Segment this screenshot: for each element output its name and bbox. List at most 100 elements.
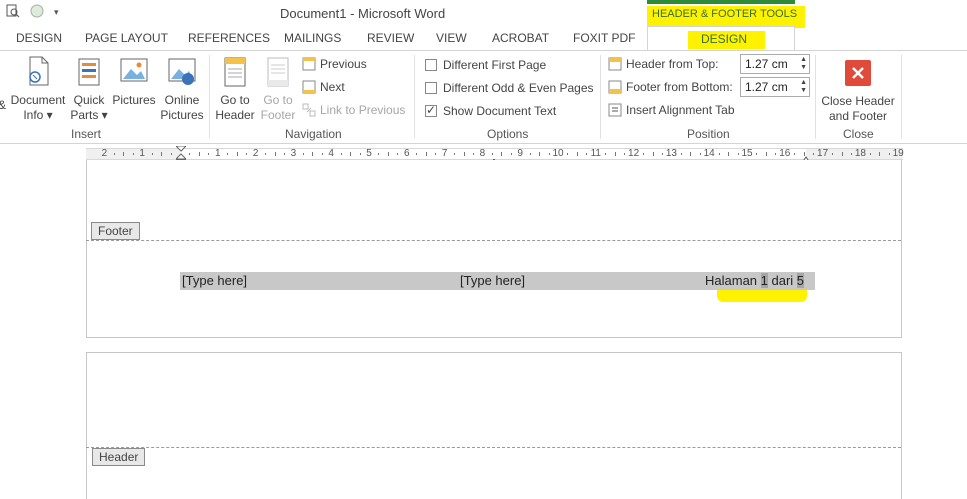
tab-design-main[interactable]: DESIGN: [16, 31, 62, 45]
next-button[interactable]: Next: [302, 80, 345, 94]
ruler-tick: [236, 152, 238, 156]
header-from-top-value: 1.27 cm: [745, 57, 788, 71]
tab-view[interactable]: VIEW: [436, 31, 467, 45]
spin-down-icon[interactable]: ▼: [800, 64, 807, 72]
ruler-label: 1: [139, 148, 145, 159]
online-pictures-button[interactable]: Online Pictures: [160, 55, 204, 123]
ruler-tick: [879, 152, 881, 156]
ruler-tick: [302, 153, 304, 155]
ruler-tick: [813, 153, 815, 155]
title-bar: ▾ Document1 - Microsoft Word HEADER & FO…: [0, 0, 967, 28]
ruler-label: 13: [665, 148, 677, 159]
go-to-footer-label-1: Go to: [263, 93, 293, 107]
go-to-footer-label-2: Footer: [260, 108, 296, 122]
page-field[interactable]: 1: [760, 273, 768, 288]
go-to-header-icon: [219, 55, 251, 89]
checkbox-unchecked-icon: [425, 59, 437, 71]
ruler-tick: [652, 152, 654, 156]
tab-references[interactable]: REFERENCES: [188, 31, 270, 45]
ruler-tick: [888, 153, 890, 155]
print-preview-icon[interactable]: [6, 4, 20, 21]
ruler-tick: [123, 152, 125, 156]
tab-label: DESIGN: [701, 32, 748, 46]
spin-up-icon[interactable]: ▲: [800, 56, 807, 64]
document-info-button[interactable]: Document Info ▾: [10, 55, 66, 123]
checkbox-checked-icon: [425, 103, 437, 117]
ruler-tick: [274, 152, 276, 156]
position-group-label: Position: [687, 127, 730, 141]
ruler-tick: [586, 153, 588, 155]
document-info-icon: [22, 55, 54, 89]
context-group-label: HEADER & FOOTER TOOLS: [652, 8, 798, 20]
ruler-label: 18: [854, 148, 866, 159]
quick-parts-button[interactable]: Quick Parts ▾: [70, 55, 108, 123]
footer-page-prefix: Halaman: [705, 273, 761, 288]
previous-button[interactable]: Previous: [302, 57, 367, 71]
footer-center-placeholder[interactable]: [Type here]: [460, 273, 525, 288]
ruler-label: 16: [779, 148, 791, 159]
window-title: Document1 - Microsoft Word: [280, 6, 446, 21]
link-to-previous-button[interactable]: Link to Previous: [302, 103, 405, 117]
tab-mailings[interactable]: MAILINGS: [284, 31, 341, 45]
ruler-tick: [350, 152, 352, 156]
pictures-button[interactable]: Pictures: [111, 55, 157, 108]
spin-down-icon[interactable]: ▼: [800, 87, 807, 95]
date-time-button[interactable]: &: [0, 55, 8, 112]
page-1: [86, 160, 902, 338]
footer-from-bottom-input[interactable]: 1.27 cm ▲ ▼: [740, 77, 810, 97]
footer-content[interactable]: [Type here] [Type here] Halaman 1 dari 5: [180, 272, 815, 290]
insert-alignment-tab-button[interactable]: Insert Alignment Tab: [608, 103, 735, 117]
quick-parts-label-1: Quick: [73, 93, 105, 107]
close-icon: [845, 60, 871, 86]
insert-alignment-tab-label: Insert Alignment Tab: [626, 103, 735, 117]
previous-icon: [302, 57, 316, 71]
footer-position-icon: [608, 80, 622, 94]
ruler-tick: [246, 153, 248, 155]
tab-page-layout[interactable]: PAGE LAYOUT: [85, 31, 168, 45]
show-document-text-checkbox[interactable]: Show Document Text: [425, 103, 556, 118]
ruler-tick: [198, 152, 200, 156]
tab-foxit-pdf[interactable]: FOXIT PDF: [573, 31, 635, 45]
tab-acrobat[interactable]: ACROBAT: [492, 31, 549, 45]
ruler-tick: [435, 153, 437, 155]
num-pages-field[interactable]: 5: [796, 273, 805, 288]
go-to-footer-button[interactable]: Go to Footer: [258, 55, 298, 123]
ruler-label: 7: [441, 148, 448, 159]
alignment-tab-icon: [608, 103, 622, 117]
go-to-header-label-2: Header: [215, 108, 255, 122]
header-from-top-input[interactable]: 1.27 cm ▲ ▼: [740, 54, 810, 74]
header-from-top-label-wrap: Header from Top:: [608, 57, 719, 71]
close-group-label: Close: [843, 127, 874, 141]
tab-design-header-footer[interactable]: DESIGN: [647, 26, 795, 51]
customize-qat-icon[interactable]: ▾: [54, 7, 59, 18]
tab-review[interactable]: REVIEW: [367, 31, 414, 45]
spin-up-icon[interactable]: ▲: [800, 79, 807, 87]
page-2: [86, 352, 902, 499]
different-odd-even-checkbox[interactable]: Different Odd & Even Pages: [425, 81, 594, 95]
go-to-footer-icon: [262, 55, 294, 89]
group-separator: [815, 55, 816, 139]
ruler-tick: [387, 152, 389, 156]
ruler-label: 2: [252, 148, 259, 159]
ruler-tick: [680, 153, 682, 155]
ruler-tick: [624, 153, 626, 155]
ruler-label: 3: [290, 148, 297, 159]
circle-icon[interactable]: [30, 4, 44, 21]
ruler-tick: [472, 153, 474, 155]
link-icon: [302, 103, 316, 117]
next-icon: [302, 80, 316, 94]
go-to-header-button[interactable]: Go to Header: [214, 55, 256, 123]
footer-page-number[interactable]: Halaman 1 dari 5: [705, 273, 805, 288]
footer-of-text: dari: [767, 273, 797, 288]
ruler-tick: [189, 153, 191, 155]
footer-tag: Footer: [91, 222, 140, 240]
footer-left-placeholder[interactable]: [Type here]: [182, 273, 247, 288]
quick-parts-label-2: Parts ▾: [70, 108, 108, 122]
different-first-page-checkbox[interactable]: Different First Page: [425, 58, 546, 72]
ruler-tick: [359, 153, 361, 155]
navigation-group-label: Navigation: [285, 127, 342, 141]
ruler-tick: [161, 152, 163, 156]
ruler-tick: [832, 153, 834, 155]
different-first-page-label: Different First Page: [443, 58, 547, 72]
close-header-footer-button[interactable]: Close Header and Footer: [820, 55, 896, 124]
